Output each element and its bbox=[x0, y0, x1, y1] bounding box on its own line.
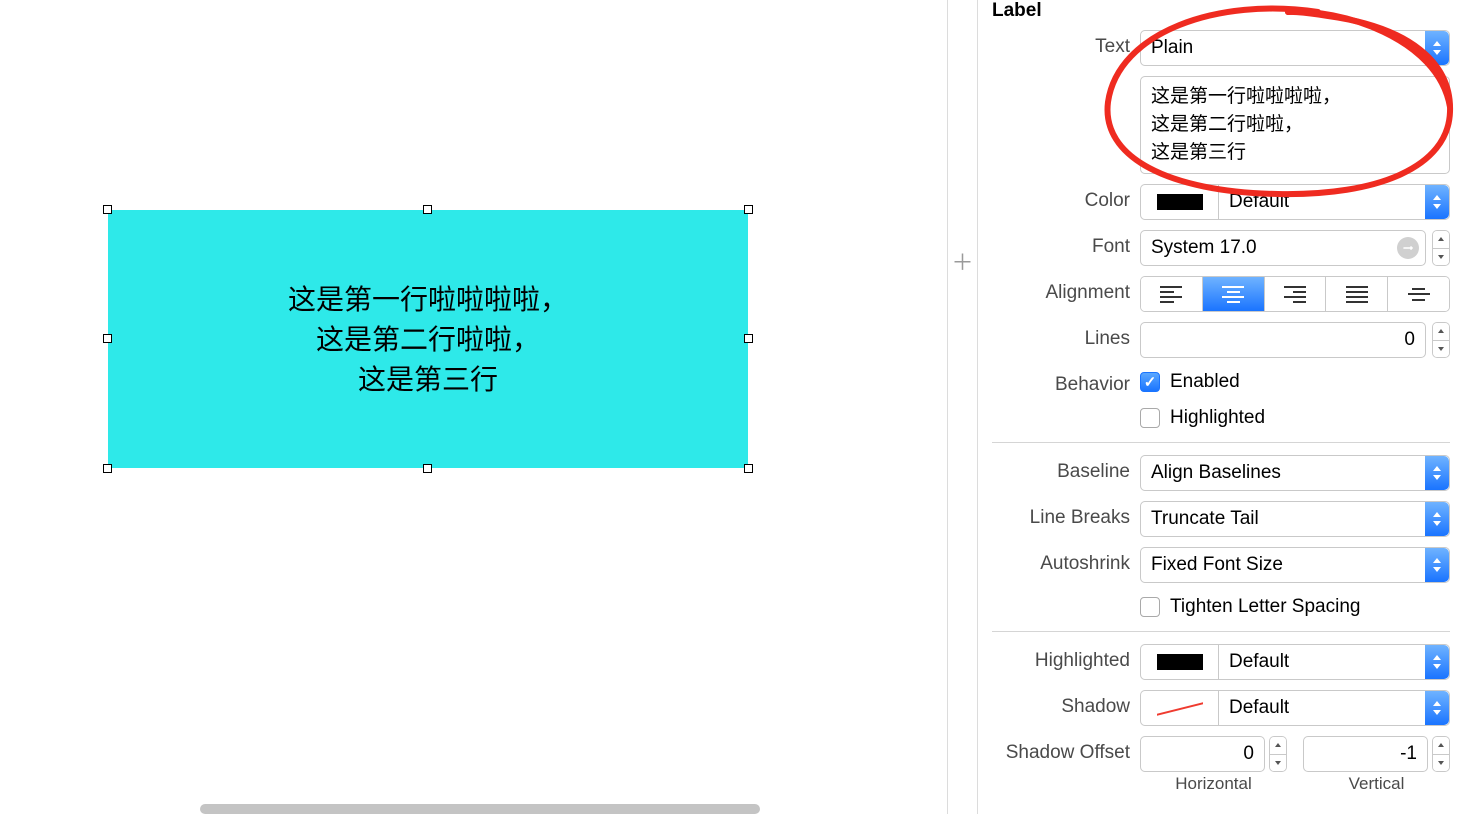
highlighted-checkbox[interactable] bbox=[1140, 408, 1160, 428]
text-row-label: Text bbox=[992, 30, 1140, 58]
align-natural-button[interactable] bbox=[1388, 277, 1449, 311]
baseline-popup[interactable]: Align Baselines bbox=[1140, 455, 1450, 491]
section-divider bbox=[992, 631, 1450, 632]
stepper-down-icon[interactable] bbox=[1433, 249, 1449, 266]
stepper-down-icon[interactable] bbox=[1270, 755, 1286, 772]
tighten-spacing-checkbox[interactable] bbox=[1140, 597, 1160, 617]
resize-handle-bottom-left[interactable] bbox=[103, 464, 112, 473]
highlighted-color-swatch bbox=[1157, 654, 1203, 670]
selected-uilabel[interactable]: 这是第一行啦啦啦啦， 这是第二行啦啦， 这是第三行 bbox=[108, 210, 748, 468]
highlighted-row-label: Highlighted bbox=[992, 644, 1140, 672]
highlighted-color-value: Default bbox=[1229, 651, 1289, 673]
baseline-value: Align Baselines bbox=[1151, 462, 1281, 484]
stepper-up-icon[interactable] bbox=[1433, 231, 1449, 249]
stepper-down-icon[interactable] bbox=[1433, 341, 1449, 358]
stepper-up-icon[interactable] bbox=[1433, 323, 1449, 341]
popup-arrows-icon bbox=[1425, 185, 1449, 219]
text-color-value: Default bbox=[1229, 191, 1289, 213]
inspector-gutter: ＋ bbox=[947, 0, 977, 814]
uilabel-text: 这是第一行啦啦啦啦， 这是第二行啦啦， 这是第三行 bbox=[288, 280, 568, 400]
shadow-offset-vertical-value: -1 bbox=[1400, 743, 1417, 765]
attributes-inspector: Label Text Plain 这是第一行啦啦啦啦， 这是第二行啦啦， 这是第… bbox=[977, 0, 1462, 814]
font-picker-button[interactable] bbox=[1397, 237, 1419, 259]
shadow-offset-vertical-stepper[interactable] bbox=[1432, 736, 1450, 772]
behavior-row-label: Behavior bbox=[992, 368, 1140, 396]
lines-stepper[interactable] bbox=[1432, 322, 1450, 358]
shadow-color-value: Default bbox=[1229, 697, 1289, 719]
text-color-popup[interactable]: Default bbox=[1218, 184, 1450, 220]
alignment-row-label: Alignment bbox=[992, 276, 1140, 304]
font-size-stepper[interactable] bbox=[1432, 230, 1450, 266]
lines-value: 0 bbox=[1404, 329, 1415, 351]
align-justify-icon bbox=[1346, 286, 1368, 303]
text-color-well[interactable] bbox=[1140, 184, 1218, 220]
shadow-offset-vertical-field[interactable]: -1 bbox=[1303, 736, 1428, 772]
add-attribute-icon[interactable]: ＋ bbox=[951, 245, 973, 277]
shadow-row-label: Shadow bbox=[992, 690, 1140, 718]
resize-handle-top-left[interactable] bbox=[103, 205, 112, 214]
text-type-value: Plain bbox=[1151, 37, 1193, 59]
baseline-row-label: Baseline bbox=[992, 455, 1140, 483]
shadow-offset-horizontal-caption: Horizontal bbox=[1175, 774, 1252, 794]
highlighted-color-popup[interactable]: Default bbox=[1218, 644, 1450, 680]
resize-handle-bottom-mid[interactable] bbox=[423, 464, 432, 473]
autoshrink-popup[interactable]: Fixed Font Size bbox=[1140, 547, 1450, 583]
highlighted-color-well[interactable] bbox=[1140, 644, 1218, 680]
align-right-icon bbox=[1284, 286, 1306, 303]
enabled-checkbox-label: Enabled bbox=[1170, 371, 1240, 393]
popup-arrows-icon bbox=[1425, 31, 1449, 65]
shadow-offset-row-label: Shadow Offset bbox=[992, 736, 1140, 764]
stepper-up-icon[interactable] bbox=[1270, 737, 1286, 755]
text-color-swatch bbox=[1157, 194, 1203, 210]
lines-field[interactable]: 0 bbox=[1140, 322, 1426, 358]
resize-handle-mid-left[interactable] bbox=[103, 334, 112, 343]
shadow-color-swatch-none bbox=[1157, 700, 1203, 716]
resize-handle-mid-right[interactable] bbox=[744, 334, 753, 343]
design-canvas[interactable]: 这是第一行啦啦啦啦， 这是第二行啦啦， 这是第三行 bbox=[0, 0, 947, 814]
shadow-offset-horizontal-value: 0 bbox=[1243, 743, 1254, 765]
linebreaks-popup[interactable]: Truncate Tail bbox=[1140, 501, 1450, 537]
shadow-color-popup[interactable]: Default bbox=[1218, 690, 1450, 726]
text-value-field[interactable]: 这是第一行啦啦啦啦， 这是第二行啦啦， 这是第三行 bbox=[1140, 76, 1450, 174]
shadow-offset-vertical-caption: Vertical bbox=[1349, 774, 1405, 794]
font-row-label: Font bbox=[992, 230, 1140, 258]
align-right-button[interactable] bbox=[1265, 277, 1327, 311]
stepper-up-icon[interactable] bbox=[1433, 737, 1449, 755]
align-natural-icon bbox=[1408, 288, 1430, 301]
popup-arrows-icon bbox=[1425, 691, 1449, 725]
linebreaks-value: Truncate Tail bbox=[1151, 508, 1259, 530]
popup-arrows-icon bbox=[1425, 502, 1449, 536]
lines-row-label: Lines bbox=[992, 322, 1140, 350]
align-center-icon bbox=[1222, 286, 1244, 303]
canvas-horizontal-scroll-thumb[interactable] bbox=[200, 804, 760, 814]
popup-arrows-icon bbox=[1425, 456, 1449, 490]
section-divider bbox=[992, 442, 1450, 443]
color-row-label: Color bbox=[992, 184, 1140, 212]
align-left-icon bbox=[1160, 286, 1182, 303]
section-title-label: Label bbox=[992, 0, 1450, 30]
shadow-offset-horizontal-field[interactable]: 0 bbox=[1140, 736, 1265, 772]
shadow-color-well[interactable] bbox=[1140, 690, 1218, 726]
popup-arrows-icon bbox=[1425, 548, 1449, 582]
popup-arrows-icon bbox=[1425, 645, 1449, 679]
align-justify-button[interactable] bbox=[1326, 277, 1388, 311]
align-center-button[interactable] bbox=[1203, 277, 1265, 311]
autoshrink-value: Fixed Font Size bbox=[1151, 554, 1283, 576]
shadow-offset-horizontal-stepper[interactable] bbox=[1269, 736, 1287, 772]
autoshrink-row-label: Autoshrink bbox=[992, 547, 1140, 575]
resize-handle-top-mid[interactable] bbox=[423, 205, 432, 214]
text-type-popup[interactable]: Plain bbox=[1140, 30, 1450, 66]
enabled-checkbox[interactable] bbox=[1140, 372, 1160, 392]
font-value: System 17.0 bbox=[1151, 237, 1257, 259]
linebreaks-row-label: Line Breaks bbox=[992, 501, 1140, 529]
resize-handle-top-right[interactable] bbox=[744, 205, 753, 214]
stepper-down-icon[interactable] bbox=[1433, 755, 1449, 772]
resize-handle-bottom-right[interactable] bbox=[744, 464, 753, 473]
font-field[interactable]: System 17.0 bbox=[1140, 230, 1426, 266]
alignment-segmented-control[interactable] bbox=[1140, 276, 1450, 312]
align-left-button[interactable] bbox=[1141, 277, 1203, 311]
tighten-spacing-label: Tighten Letter Spacing bbox=[1170, 596, 1360, 618]
highlighted-checkbox-label: Highlighted bbox=[1170, 407, 1265, 429]
